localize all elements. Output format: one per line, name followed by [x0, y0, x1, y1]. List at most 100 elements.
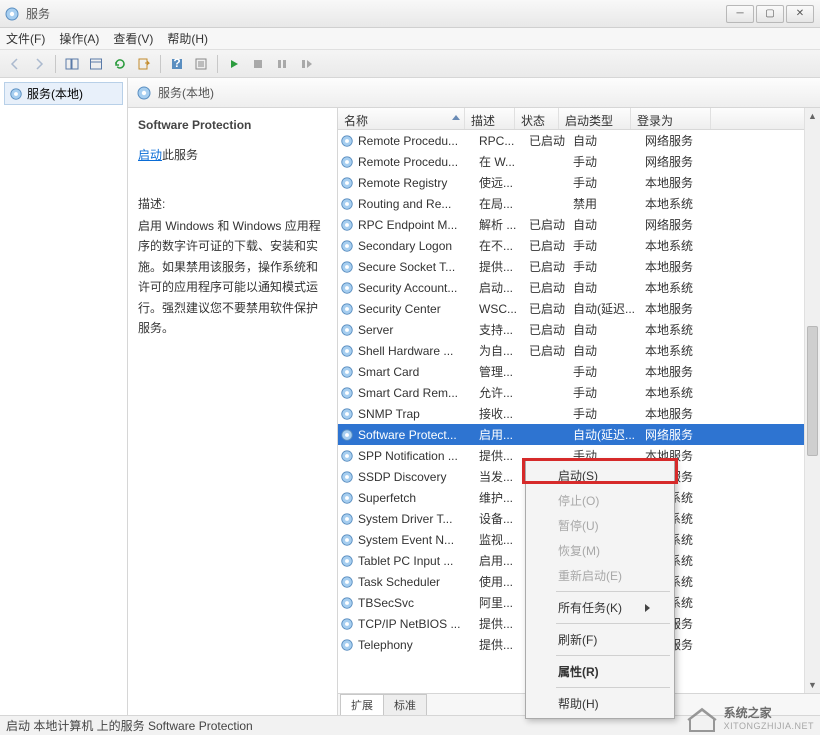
help-button[interactable]: ? [166, 53, 188, 75]
scrollbar-thumb[interactable] [807, 326, 818, 456]
properties-button[interactable] [190, 53, 212, 75]
cell-status: 已启动 [529, 321, 573, 338]
service-row[interactable]: SNMP Trap接收...手动本地服务 [338, 403, 820, 424]
vertical-scrollbar[interactable]: ▲ ▼ [804, 108, 820, 693]
cell-startup: 自动(延迟... [573, 300, 645, 317]
service-row[interactable]: Remote Procedu...RPC...已启动自动网络服务 [338, 130, 820, 151]
maximize-button[interactable]: ▢ [756, 5, 784, 23]
detail-view-button[interactable] [85, 53, 107, 75]
restart-service-button[interactable] [295, 53, 317, 75]
cell-description: 提供... [479, 615, 529, 632]
ctx-start[interactable]: 启动(S) [528, 463, 672, 488]
gear-icon [340, 638, 354, 652]
service-row[interactable]: Smart Card Rem...允许...手动本地系统 [338, 382, 820, 403]
scroll-down-icon[interactable]: ▼ [805, 677, 820, 693]
ctx-properties[interactable]: 属性(R) [528, 659, 672, 684]
cell-name: SPP Notification ... [358, 449, 479, 463]
column-status[interactable]: 状态 [515, 108, 559, 129]
service-row[interactable]: RPC Endpoint M...解析 ...已启动自动网络服务 [338, 214, 820, 235]
service-row[interactable]: Security CenterWSC...已启动自动(延迟...本地服务 [338, 298, 820, 319]
service-row[interactable]: Shell Hardware ...为自...已启动自动本地系统 [338, 340, 820, 361]
cell-name: Smart Card Rem... [358, 386, 479, 400]
start-service-link[interactable]: 启动 [138, 148, 162, 162]
tree-node-services-local[interactable]: 服务(本地) [4, 82, 123, 105]
window-title: 服务 [26, 5, 50, 22]
cell-description: 使远... [479, 174, 529, 191]
cell-description: 管理... [479, 363, 529, 380]
stop-service-button[interactable] [247, 53, 269, 75]
cell-logon: 本地系统 [645, 195, 725, 212]
cell-startup: 手动 [573, 237, 645, 254]
cell-logon: 本地系统 [645, 342, 725, 359]
show-hide-tree-button[interactable] [61, 53, 83, 75]
content-header-label: 服务(本地) [158, 84, 214, 101]
ctx-help[interactable]: 帮助(H) [528, 691, 672, 716]
ctx-all-tasks[interactable]: 所有任务(K) [528, 595, 672, 620]
refresh-button[interactable] [109, 53, 131, 75]
service-row[interactable]: Remote Registry使远...手动本地服务 [338, 172, 820, 193]
cell-name: TCP/IP NetBIOS ... [358, 617, 479, 631]
service-row[interactable]: Remote Procedu...在 W...手动网络服务 [338, 151, 820, 172]
start-service-button[interactable] [223, 53, 245, 75]
tab-extended[interactable]: 扩展 [340, 694, 384, 715]
gear-icon [340, 428, 354, 442]
nav-forward-button[interactable] [28, 53, 50, 75]
cell-description: 在 W... [479, 153, 529, 170]
service-row[interactable]: Security Account...启动...已启动自动本地系统 [338, 277, 820, 298]
cell-logon: 本地服务 [645, 300, 725, 317]
cell-description: 支持... [479, 321, 529, 338]
scroll-up-icon[interactable]: ▲ [805, 108, 820, 124]
cell-startup: 手动 [573, 405, 645, 422]
ctx-refresh[interactable]: 刷新(F) [528, 627, 672, 652]
column-name[interactable]: 名称 [338, 108, 465, 129]
cell-logon: 本地服务 [645, 174, 725, 191]
list-header: 名称 描述 状态 启动类型 登录为 [338, 108, 820, 130]
cell-logon: 网络服务 [645, 426, 725, 443]
cell-logon: 本地服务 [645, 363, 725, 380]
column-description[interactable]: 描述 [465, 108, 515, 129]
cell-startup: 自动 [573, 279, 645, 296]
tab-standard[interactable]: 标准 [383, 694, 427, 715]
gear-icon [340, 218, 354, 232]
desc-label: 描述: [138, 195, 327, 212]
cell-startup: 手动 [573, 153, 645, 170]
cell-logon: 本地系统 [645, 384, 725, 401]
cell-description: 在不... [479, 237, 529, 254]
ctx-pause: 暂停(U) [528, 513, 672, 538]
service-row[interactable]: Secondary Logon在不...已启动手动本地系统 [338, 235, 820, 256]
service-row[interactable]: Secure Socket T...提供...已启动手动本地服务 [338, 256, 820, 277]
service-row[interactable]: Server支持...已启动自动本地系统 [338, 319, 820, 340]
column-startup-type[interactable]: 启动类型 [559, 108, 631, 129]
gear-icon [340, 344, 354, 358]
watermark-text: 系统之家 [724, 707, 814, 720]
column-logon-as[interactable]: 登录为 [631, 108, 711, 129]
detail-heading: Software Protection [138, 118, 327, 132]
menu-file[interactable]: 文件(F) [6, 30, 45, 47]
gear-icon [340, 134, 354, 148]
cell-startup: 禁用 [573, 195, 645, 212]
menu-help[interactable]: 帮助(H) [167, 30, 208, 47]
watermark: 系统之家 XITONGZHIJIA.NET [686, 705, 814, 733]
cell-logon: 本地服务 [645, 405, 725, 422]
cell-name: Security Center [358, 302, 479, 316]
export-button[interactable] [133, 53, 155, 75]
close-button[interactable]: ✕ [786, 5, 814, 23]
menu-view[interactable]: 查看(V) [113, 30, 153, 47]
gear-icon [340, 449, 354, 463]
cell-startup: 自动 [573, 216, 645, 233]
cell-description: 设备... [479, 510, 529, 527]
service-row[interactable]: Software Protect...启用...自动(延迟...网络服务 [338, 424, 820, 445]
service-row[interactable]: Smart Card管理...手动本地服务 [338, 361, 820, 382]
cell-name: TBSecSvc [358, 596, 479, 610]
gear-icon [340, 281, 354, 295]
cell-status: 已启动 [529, 237, 573, 254]
service-row[interactable]: Routing and Re...在局...禁用本地系统 [338, 193, 820, 214]
toolbar: ? [0, 50, 820, 78]
gear-icon [9, 87, 23, 101]
nav-back-button[interactable] [4, 53, 26, 75]
menu-action[interactable]: 操作(A) [59, 30, 99, 47]
cell-startup: 手动 [573, 174, 645, 191]
pause-service-button[interactable] [271, 53, 293, 75]
minimize-button[interactable]: ─ [726, 5, 754, 23]
detail-pane: Software Protection 启动此服务 描述: 启用 Windows… [128, 108, 338, 715]
